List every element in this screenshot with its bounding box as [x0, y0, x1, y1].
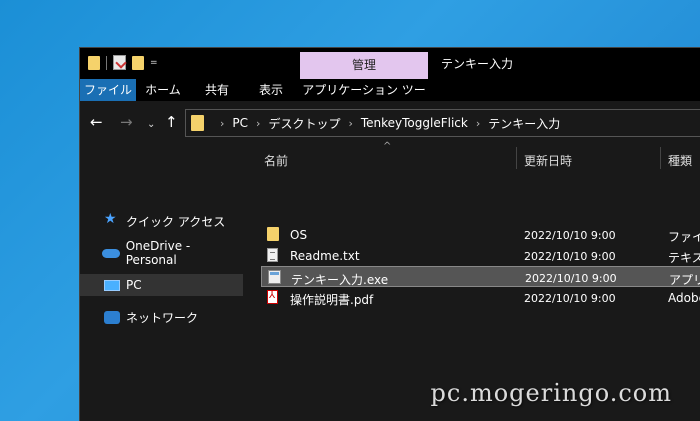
properties-icon[interactable]	[113, 55, 126, 70]
sidebar-item-label: ネットワーク	[126, 310, 199, 325]
file-type: Adobe	[668, 291, 700, 305]
network-icon	[104, 310, 120, 324]
sidebar-item-quick-access[interactable]: クイック アクセス	[80, 210, 243, 232]
file-name: Readme.txt	[290, 249, 360, 263]
column-divider[interactable]	[516, 147, 517, 169]
tab-application-tools[interactable]: アプリケーション ツール	[300, 79, 428, 119]
breadcrumb-separator: ›	[348, 116, 353, 130]
breadcrumb-separator: ›	[220, 116, 225, 130]
column-header-type[interactable]: 種類	[668, 152, 692, 169]
file-type: テキスト	[668, 251, 700, 265]
folder-icon[interactable]	[88, 55, 100, 70]
navigation-bar: ← → ⌄ ↑ › PC › デスクトップ › TenkeyToggleFlic…	[80, 101, 700, 145]
breadcrumb-separator: ›	[475, 116, 481, 130]
site-watermark: pc.mogeringo.com	[430, 379, 672, 407]
column-header-date[interactable]: 更新日時	[524, 152, 572, 169]
file-name: 操作説明書.pdf	[290, 293, 374, 307]
star-icon	[104, 211, 120, 228]
customize-toolbar-button[interactable]: =	[150, 58, 158, 68]
sidebar-item-pc[interactable]: PC	[80, 274, 243, 296]
title-bar: = 管理 テンキー入力	[80, 48, 700, 79]
breadcrumb-pc[interactable]: PC	[232, 116, 248, 130]
text-file-icon	[267, 248, 278, 262]
sort-indicator-icon: ^	[383, 141, 392, 152]
file-date: 2022/10/10 9:00	[524, 250, 616, 263]
file-date: 2022/10/10 9:00	[525, 272, 617, 285]
explorer-window: = 管理 テンキー入力 ファイル ホーム 共有 表示 アプリケーション ツール …	[79, 47, 700, 421]
cloud-icon	[102, 248, 120, 258]
pdf-icon	[267, 290, 278, 304]
breadcrumb-separator: ›	[256, 116, 261, 130]
navigation-pane: クイック アクセス OneDrive - Personal PC ネットワーク	[80, 145, 243, 421]
tab-file[interactable]: ファイル	[80, 79, 136, 101]
exe-icon	[268, 270, 281, 284]
folder-icon	[267, 227, 279, 241]
back-button[interactable]: ←	[90, 114, 103, 130]
column-header-row: ^ 名前 更新日時 種類	[249, 141, 700, 171]
forward-button[interactable]: →	[120, 114, 133, 130]
manage-context-tab[interactable]: 管理	[300, 52, 428, 79]
folder-icon	[191, 115, 204, 131]
address-bar[interactable]: › PC › デスクトップ › TenkeyToggleFlick › テンキー…	[185, 109, 700, 137]
quick-access-toolbar: =	[88, 55, 158, 70]
file-row-exe[interactable]: テンキー入力.exe 2022/10/10 9:00 アプリケ	[261, 266, 700, 287]
sidebar-item-network[interactable]: ネットワーク	[80, 306, 243, 328]
file-name: OS	[290, 228, 308, 242]
toolbar-separator	[106, 55, 107, 70]
sidebar-item-onedrive[interactable]: OneDrive - Personal	[80, 239, 243, 267]
computer-icon	[104, 279, 120, 291]
window-title: テンキー入力	[441, 57, 514, 71]
tab-view[interactable]: 表示	[246, 79, 296, 101]
tab-home[interactable]: ホーム	[138, 79, 188, 101]
tab-share[interactable]: 共有	[192, 79, 242, 101]
file-row-pdf[interactable]: 操作説明書.pdf 2022/10/10 9:00 Adobe	[261, 287, 700, 308]
column-header-name[interactable]: 名前	[264, 152, 288, 169]
breadcrumb-current-folder[interactable]: テンキー入力	[488, 115, 560, 132]
file-type: アプリケ	[669, 273, 700, 287]
column-divider[interactable]	[660, 147, 661, 169]
sidebar-item-label: OneDrive - Personal	[125, 239, 191, 267]
up-button[interactable]: ↑	[165, 114, 178, 130]
file-type: ファイル	[668, 230, 700, 244]
ribbon-tabs: ファイル ホーム 共有 表示 アプリケーション ツール	[80, 79, 700, 119]
file-date: 2022/10/10 9:00	[524, 292, 616, 305]
new-folder-icon[interactable]	[132, 55, 144, 70]
sidebar-item-label: PC	[126, 278, 142, 292]
file-row-os[interactable]: OS 2022/10/10 9:00 ファイル	[261, 224, 700, 245]
breadcrumb-desktop[interactable]: デスクトップ	[268, 115, 340, 132]
file-row-readme[interactable]: Readme.txt 2022/10/10 9:00 テキスト	[261, 245, 700, 266]
file-name: テンキー入力.exe	[291, 273, 389, 287]
file-date: 2022/10/10 9:00	[524, 229, 616, 242]
recent-locations-button[interactable]: ⌄	[147, 117, 155, 133]
breadcrumb-tenkeytoggleflick[interactable]: TenkeyToggleFlick	[361, 116, 468, 130]
sidebar-item-label: クイック アクセス	[126, 214, 226, 229]
